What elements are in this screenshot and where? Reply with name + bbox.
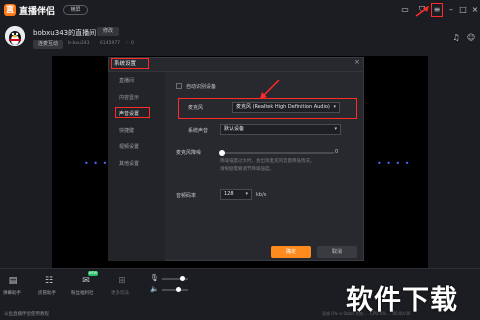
tool-label-gift[interactable]: 粉丝福利社 <box>71 290 94 296</box>
danmaku-icon[interactable]: ▤ <box>7 275 19 287</box>
new-badge: NEW <box>88 271 98 276</box>
arrow-to-mic <box>262 79 280 97</box>
status-readout: 丢帧 0% ⟲ 0kb/s 内存 … CPU 0% … 00:00:00 <box>322 311 411 316</box>
tutorial-link[interactable]: 斗鱼直播伴侣使用教程 <box>4 311 49 317</box>
gift-icon[interactable]: ✉ <box>80 275 92 287</box>
more-icon[interactable]: ⊞ <box>116 275 128 287</box>
admin-icon[interactable]: ☷ <box>43 275 55 287</box>
tool-label-more[interactable]: 更多玩法 <box>111 290 129 296</box>
tool-label-danmaku[interactable]: 弹幕助手 <box>3 290 21 296</box>
mic-volume-knob[interactable] <box>180 276 185 281</box>
speaker-volume-track[interactable] <box>162 289 188 291</box>
speaker-icon[interactable]: 🔈 <box>150 285 159 293</box>
microphone-icon[interactable]: 🎙 <box>150 274 159 282</box>
speaker-volume-knob[interactable] <box>176 287 181 292</box>
tool-label-admin[interactable]: 房管助手 <box>38 290 56 296</box>
